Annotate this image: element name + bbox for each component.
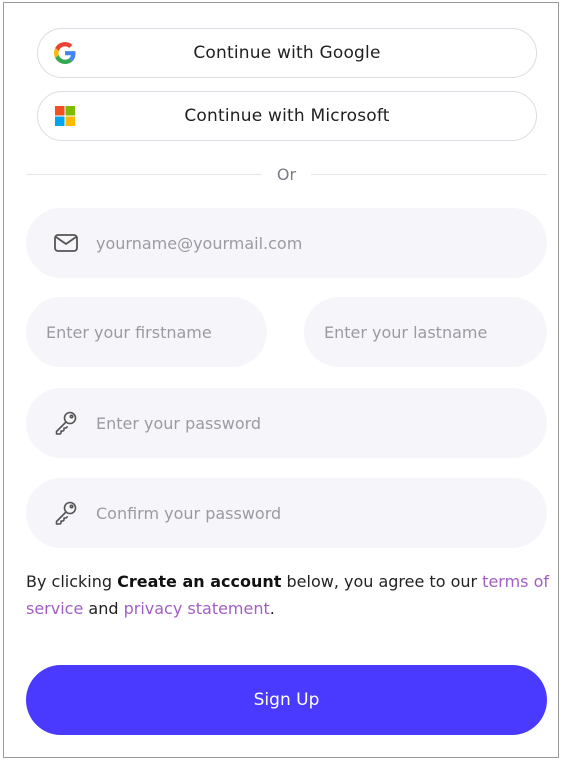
terms-agreement-text: By clicking Create an account below, you…	[26, 568, 551, 622]
microsoft-logo-icon	[55, 106, 75, 126]
signup-card: Continue with Google Continue with Micro…	[3, 2, 559, 758]
email-input[interactable]	[26, 208, 547, 278]
google-logo-icon	[54, 42, 76, 64]
agreement-suffix: .	[269, 599, 275, 618]
password-input[interactable]	[26, 388, 547, 458]
divider-line-right	[311, 173, 548, 175]
key-icon	[55, 501, 77, 525]
envelope-icon	[54, 234, 78, 252]
lastname-input[interactable]	[304, 297, 547, 367]
agreement-middle: below, you agree to our	[281, 572, 483, 591]
continue-with-microsoft-button[interactable]: Continue with Microsoft	[37, 91, 537, 141]
continue-with-google-label: Continue with Google	[193, 43, 381, 63]
or-divider-text: Or	[276, 164, 297, 184]
email-field-wrapper	[26, 208, 547, 278]
agreement-create-account-emphasis: Create an account	[117, 572, 282, 591]
or-divider: Or	[26, 163, 548, 185]
agreement-prefix: By clicking	[26, 572, 118, 591]
confirm-password-input[interactable]	[26, 478, 547, 548]
sign-up-button[interactable]: Sign Up	[26, 665, 547, 735]
continue-with-google-button[interactable]: Continue with Google	[37, 28, 537, 78]
firstname-field-wrapper	[26, 297, 267, 367]
key-icon	[55, 411, 77, 435]
agreement-and: and	[83, 599, 124, 618]
password-field-wrapper	[26, 388, 547, 458]
lastname-field-wrapper	[304, 297, 547, 367]
confirm-password-field-wrapper	[26, 478, 547, 548]
divider-line-left	[26, 173, 262, 175]
privacy-statement-link[interactable]: privacy statement	[124, 599, 270, 618]
firstname-input[interactable]	[26, 297, 267, 367]
continue-with-microsoft-label: Continue with Microsoft	[184, 106, 390, 126]
